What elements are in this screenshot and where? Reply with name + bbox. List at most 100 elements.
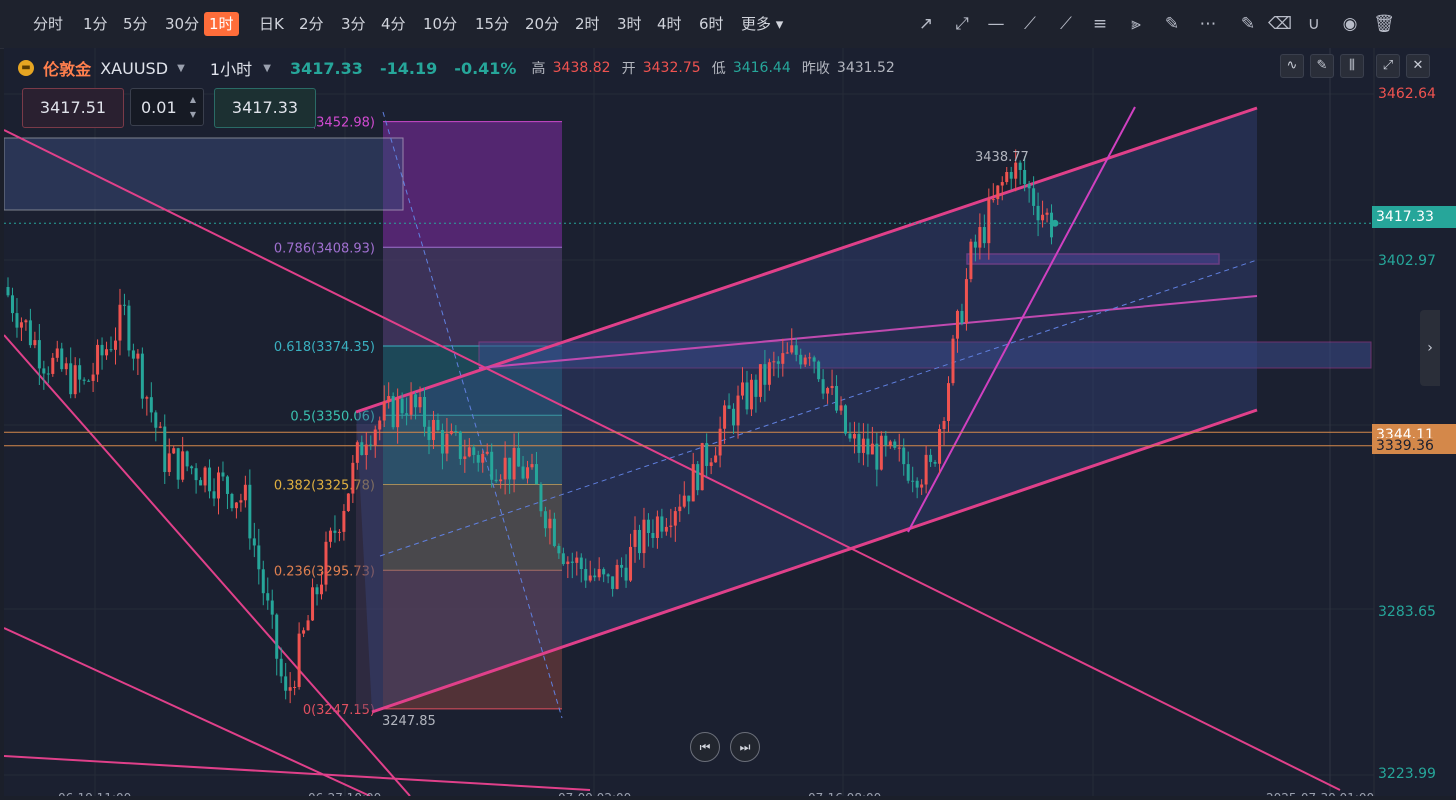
- candle: [149, 382, 153, 423]
- timeframe-3[interactable]: 30分: [160, 12, 204, 36]
- high-marker-label: 3438.77: [975, 150, 1029, 165]
- indicator-icon[interactable]: ∿: [1280, 54, 1304, 78]
- candle-body: [248, 484, 252, 539]
- timeframe-5[interactable]: 日K: [254, 12, 289, 36]
- pencil-icon[interactable]: ✎: [1310, 54, 1334, 78]
- chevron-up-icon[interactable]: ▲: [186, 92, 200, 107]
- x-axis-date-label: 06-19 11:00: [58, 791, 131, 796]
- candle-body: [82, 379, 86, 381]
- magnet-icon[interactable]: ∪: [1302, 12, 1326, 36]
- prev-close-value: 3431.52: [836, 60, 895, 76]
- timeframe-0[interactable]: 分时: [28, 12, 68, 36]
- timeframe-14[interactable]: 4时: [652, 12, 687, 36]
- symbol-chinese-name[interactable]: 伦敦金: [43, 56, 91, 80]
- timeframe-16[interactable]: 更多 ▾: [736, 12, 788, 36]
- timeframe-7[interactable]: 3分: [336, 12, 371, 36]
- candle-body: [418, 396, 422, 408]
- interval-dropdown-icon[interactable]: ▼: [263, 63, 271, 74]
- edit-icon[interactable]: ✎: [1236, 12, 1260, 36]
- candle-body: [185, 451, 189, 467]
- last-price-dot: [1051, 219, 1059, 227]
- timeframe-1[interactable]: 1分: [78, 12, 113, 36]
- fibonacci-icon[interactable]: ≡: [1088, 12, 1112, 36]
- sell-price-button[interactable]: 3417.51: [22, 88, 124, 128]
- candle-body: [355, 442, 359, 463]
- eraser-icon[interactable]: ⌫: [1268, 12, 1292, 36]
- candle-body: [933, 461, 937, 464]
- buy-price-button[interactable]: 3417.33: [214, 88, 316, 128]
- timeframe-13[interactable]: 3时: [612, 12, 647, 36]
- candle-body: [324, 541, 328, 585]
- price-change-pct: -0.41%: [454, 58, 517, 78]
- candle: [172, 445, 176, 455]
- candle-body: [973, 241, 977, 248]
- timeframe-15[interactable]: 6时: [694, 12, 729, 36]
- candle: [91, 362, 95, 393]
- candle: [306, 615, 310, 631]
- horizontal-line-icon[interactable]: —: [984, 12, 1008, 36]
- fib-level-label: 0.618(3374.35): [274, 340, 375, 355]
- fan-icon[interactable]: ⫸: [1124, 12, 1148, 36]
- chart-area[interactable]: 1(3452.98) 0.786(3408.93) 0.618(3374.35) 0.…: [3, 48, 1456, 800]
- last-price-tag: 3417.33: [1372, 206, 1456, 228]
- candle: [311, 578, 315, 622]
- candle: [248, 469, 252, 550]
- brush-icon[interactable]: ✎: [1160, 12, 1184, 36]
- candle-body: [127, 305, 131, 351]
- candle: [234, 502, 238, 519]
- candle-body: [732, 408, 736, 426]
- candle-body: [1009, 171, 1013, 179]
- candle-body: [929, 454, 933, 462]
- trash-icon[interactable]: 🗑: [1372, 12, 1396, 36]
- candle: [216, 466, 220, 515]
- interval-label[interactable]: 1小时: [210, 56, 252, 80]
- x-axis-date-label: 07-16 08:00: [808, 791, 881, 796]
- timeframe-11[interactable]: 20分: [520, 12, 564, 36]
- timeframe-4[interactable]: 1时: [204, 12, 239, 36]
- symbol-dropdown-icon[interactable]: ▼: [177, 63, 185, 74]
- chevron-down-icon[interactable]: ▼: [186, 107, 200, 122]
- scroll-to-end-button[interactable]: ⏭: [730, 732, 760, 762]
- eye-icon[interactable]: ◉: [1338, 12, 1362, 36]
- close-icon[interactable]: ✕: [1406, 54, 1430, 78]
- candle-body: [888, 441, 892, 446]
- high-value: 3438.82: [552, 60, 611, 76]
- candle-type-icon[interactable]: ⫼: [1340, 54, 1364, 78]
- trend-line-icon[interactable]: ↗: [914, 12, 938, 36]
- timeframe-6[interactable]: 2分: [294, 12, 329, 36]
- quantity-stepper[interactable]: ▲ ▼: [186, 92, 200, 122]
- symbol-code[interactable]: XAUUSD: [100, 59, 168, 78]
- scroll-to-start-button[interactable]: ⏮: [690, 732, 720, 762]
- candle: [82, 377, 86, 385]
- candle-body: [387, 396, 391, 402]
- candle-body: [154, 412, 158, 428]
- extended-line-icon[interactable]: ⟋: [1054, 12, 1078, 36]
- candle-body: [105, 349, 109, 356]
- candle-body: [172, 448, 176, 454]
- candle: [118, 288, 122, 356]
- price-chart[interactable]: 1(3452.98)0.786(3408.93)0.618(3374.35)0.…: [3, 48, 1456, 800]
- candle: [284, 662, 288, 700]
- candle: [257, 528, 261, 585]
- timeframe-2[interactable]: 5分: [118, 12, 153, 36]
- high-label: 高: [531, 61, 546, 77]
- candle-body: [624, 567, 628, 581]
- timeframe-10[interactable]: 15分: [470, 12, 514, 36]
- timeframe-8[interactable]: 4分: [376, 12, 411, 36]
- candle-body: [472, 447, 476, 455]
- candle-body: [382, 401, 386, 421]
- ray-icon[interactable]: ⤢: [950, 12, 974, 36]
- top-toolbar: 分时 1分 5分 30分 1时 日K 2分 3分 4分 10分 15分 20分 2时 3时 4时 6时 更多 ▾…: [0, 0, 1456, 49]
- candle-body: [852, 434, 856, 439]
- timeframe-12[interactable]: 2时: [570, 12, 605, 36]
- expand-panel-icon[interactable]: ›: [1420, 310, 1440, 386]
- candle-body: [342, 510, 346, 532]
- more-tools-icon[interactable]: ⋯: [1196, 12, 1220, 36]
- segment-icon[interactable]: ⟋: [1018, 12, 1042, 36]
- fullscreen-icon[interactable]: ⤢: [1376, 54, 1400, 78]
- candle: [28, 308, 32, 348]
- candle-body: [763, 364, 767, 385]
- candle: [817, 360, 821, 382]
- timeframe-9[interactable]: 10分: [418, 12, 462, 36]
- candle: [78, 358, 82, 393]
